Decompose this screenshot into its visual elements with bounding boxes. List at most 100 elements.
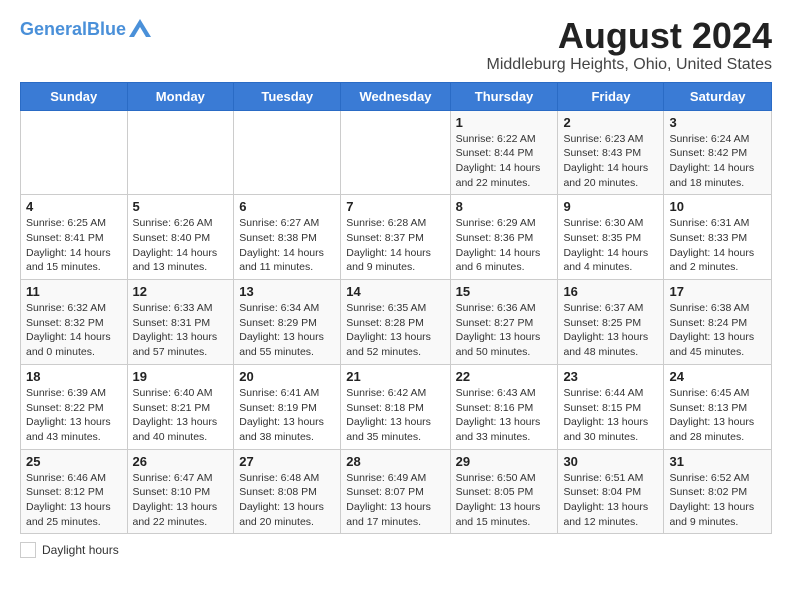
cell-date-number: 20	[239, 369, 335, 384]
cell-date-number: 23	[563, 369, 658, 384]
cell-info-text: Sunrise: 6:41 AMSunset: 8:19 PMDaylight:…	[239, 386, 335, 445]
calendar-week-1: 1 Sunrise: 6:22 AMSunset: 8:44 PMDaylight…	[21, 110, 772, 195]
cell-date-number: 11	[26, 284, 122, 299]
cell-date-number: 28	[346, 454, 444, 469]
cell-date-number: 6	[239, 199, 335, 214]
cell-info-text: Sunrise: 6:28 AMSunset: 8:37 PMDaylight:…	[346, 216, 444, 275]
logo-general: General	[20, 19, 87, 39]
cell-info-text: Sunrise: 6:35 AMSunset: 8:28 PMDaylight:…	[346, 301, 444, 360]
cell-date-number: 13	[239, 284, 335, 299]
cell-date-number: 19	[133, 369, 229, 384]
calendar-week-3: 11 Sunrise: 6:32 AMSunset: 8:32 PMDayligh…	[21, 280, 772, 365]
calendar-cell: 29Sunrise: 6:50 AMSunset: 8:05 PMDayligh…	[450, 449, 558, 534]
cell-date-number: 16	[563, 284, 658, 299]
cell-info-text: Sunrise: 6:29 AMSunset: 8:36 PMDaylight:…	[456, 216, 553, 275]
calendar-week-2: 4Sunrise: 6:25 AMSunset: 8:41 PMDaylight…	[21, 195, 772, 280]
calendar-week-5: 25 Sunrise: 6:46 AMSunset: 8:12 PMDayligh…	[21, 449, 772, 534]
calendar-cell	[341, 110, 450, 195]
cell-info-text: Sunrise: 6:37 AMSunset: 8:25 PMDaylight:…	[563, 301, 658, 360]
cell-date-number: 26	[133, 454, 229, 469]
cell-date-number: 9	[563, 199, 658, 214]
cell-date-number: 1	[456, 115, 553, 130]
calendar-title: August 2024	[487, 16, 772, 56]
cell-date-number: 3	[669, 115, 766, 130]
calendar-cell: 13 Sunrise: 6:34 AMSunset: 8:29 PMDayligh…	[234, 280, 341, 365]
cell-info-text: Sunrise: 6:23 AMSunset: 8:43 PMDaylight:…	[563, 132, 658, 191]
calendar-cell: 18 Sunrise: 6:39 AMSunset: 8:22 PMDayligh…	[21, 364, 128, 449]
cell-info-text: Sunrise: 6:27 AMSunset: 8:38 PMDaylight:…	[239, 216, 335, 275]
cell-info-text: Sunrise: 6:45 AMSunset: 8:13 PMDaylight:…	[669, 386, 766, 445]
daylight-legend-box	[20, 542, 36, 558]
header-monday: Monday	[127, 82, 234, 110]
calendar-cell: 1 Sunrise: 6:22 AMSunset: 8:44 PMDaylight…	[450, 110, 558, 195]
cell-info-text: Sunrise: 6:40 AMSunset: 8:21 PMDaylight:…	[133, 386, 229, 445]
calendar-subtitle: Middleburg Heights, Ohio, United States	[487, 56, 772, 74]
cell-date-number: 2	[563, 115, 658, 130]
calendar-cell: 9Sunrise: 6:30 AMSunset: 8:35 PMDaylight…	[558, 195, 664, 280]
header-friday: Friday	[558, 82, 664, 110]
cell-info-text: Sunrise: 6:44 AMSunset: 8:15 PMDaylight:…	[563, 386, 658, 445]
cell-info-text: Sunrise: 6:31 AMSunset: 8:33 PMDaylight:…	[669, 216, 766, 275]
calendar-cell: 6 Sunrise: 6:27 AMSunset: 8:38 PMDaylight…	[234, 195, 341, 280]
calendar-cell: 24 Sunrise: 6:45 AMSunset: 8:13 PMDayligh…	[664, 364, 772, 449]
cell-date-number: 31	[669, 454, 766, 469]
calendar-cell: 3Sunrise: 6:24 AMSunset: 8:42 PMDaylight…	[664, 110, 772, 195]
cell-date-number: 22	[456, 369, 553, 384]
cell-date-number: 5	[133, 199, 229, 214]
header: GeneralBlue August 2024 Middleburg Heigh…	[20, 16, 772, 74]
cell-info-text: Sunrise: 6:34 AMSunset: 8:29 PMDaylight:…	[239, 301, 335, 360]
calendar-cell: 2 Sunrise: 6:23 AMSunset: 8:43 PMDaylight…	[558, 110, 664, 195]
cell-date-number: 29	[456, 454, 553, 469]
calendar-cell: 26 Sunrise: 6:47 AMSunset: 8:10 PMDayligh…	[127, 449, 234, 534]
cell-date-number: 30	[563, 454, 658, 469]
calendar-cell: 21Sunrise: 6:42 AMSunset: 8:18 PMDayligh…	[341, 364, 450, 449]
header-saturday: Saturday	[664, 82, 772, 110]
cell-info-text: Sunrise: 6:38 AMSunset: 8:24 PMDaylight:…	[669, 301, 766, 360]
calendar-cell: 11 Sunrise: 6:32 AMSunset: 8:32 PMDayligh…	[21, 280, 128, 365]
cell-info-text: Sunrise: 6:51 AMSunset: 8:04 PMDaylight:…	[563, 471, 658, 530]
calendar-cell: 25 Sunrise: 6:46 AMSunset: 8:12 PMDayligh…	[21, 449, 128, 534]
cell-info-text: Sunrise: 6:25 AMSunset: 8:41 PMDaylight:…	[26, 216, 122, 275]
cell-info-text: Sunrise: 6:39 AMSunset: 8:22 PMDaylight:…	[26, 386, 122, 445]
cell-date-number: 25	[26, 454, 122, 469]
cell-info-text: Sunrise: 6:22 AMSunset: 8:44 PMDaylight:…	[456, 132, 553, 191]
calendar-cell: 23 Sunrise: 6:44 AMSunset: 8:15 PMDayligh…	[558, 364, 664, 449]
header-sunday: Sunday	[21, 82, 128, 110]
cell-info-text: Sunrise: 6:26 AMSunset: 8:40 PMDaylight:…	[133, 216, 229, 275]
cell-date-number: 8	[456, 199, 553, 214]
calendar-table: Sunday Monday Tuesday Wednesday Thursday…	[20, 82, 772, 535]
calendar-cell: 14 Sunrise: 6:35 AMSunset: 8:28 PMDayligh…	[341, 280, 450, 365]
cell-info-text: Sunrise: 6:46 AMSunset: 8:12 PMDaylight:…	[26, 471, 122, 530]
cell-info-text: Sunrise: 6:42 AMSunset: 8:18 PMDaylight:…	[346, 386, 444, 445]
calendar-cell	[127, 110, 234, 195]
calendar-cell: 12Sunrise: 6:33 AMSunset: 8:31 PMDayligh…	[127, 280, 234, 365]
cell-date-number: 10	[669, 199, 766, 214]
calendar-cell: 16 Sunrise: 6:37 AMSunset: 8:25 PMDayligh…	[558, 280, 664, 365]
calendar-cell: 31 Sunrise: 6:52 AMSunset: 8:02 PMDayligh…	[664, 449, 772, 534]
calendar-cell: 22Sunrise: 6:43 AMSunset: 8:16 PMDayligh…	[450, 364, 558, 449]
cell-date-number: 24	[669, 369, 766, 384]
cell-info-text: Sunrise: 6:33 AMSunset: 8:31 PMDaylight:…	[133, 301, 229, 360]
cell-date-number: 17	[669, 284, 766, 299]
calendar-cell: 5 Sunrise: 6:26 AMSunset: 8:40 PMDaylight…	[127, 195, 234, 280]
cell-date-number: 18	[26, 369, 122, 384]
calendar-week-4: 18 Sunrise: 6:39 AMSunset: 8:22 PMDayligh…	[21, 364, 772, 449]
daylight-label: Daylight hours	[42, 543, 119, 557]
calendar-cell: 20 Sunrise: 6:41 AMSunset: 8:19 PMDayligh…	[234, 364, 341, 449]
header-tuesday: Tuesday	[234, 82, 341, 110]
calendar-cell	[234, 110, 341, 195]
header-wednesday: Wednesday	[341, 82, 450, 110]
cell-info-text: Sunrise: 6:36 AMSunset: 8:27 PMDaylight:…	[456, 301, 553, 360]
cell-info-text: Sunrise: 6:47 AMSunset: 8:10 PMDaylight:…	[133, 471, 229, 530]
logo: GeneralBlue	[20, 20, 151, 38]
cell-date-number: 14	[346, 284, 444, 299]
calendar-cell: 7 Sunrise: 6:28 AMSunset: 8:37 PMDaylight…	[341, 195, 450, 280]
calendar-cell: 28Sunrise: 6:49 AMSunset: 8:07 PMDayligh…	[341, 449, 450, 534]
cell-info-text: Sunrise: 6:52 AMSunset: 8:02 PMDaylight:…	[669, 471, 766, 530]
title-area: August 2024 Middleburg Heights, Ohio, Un…	[487, 16, 772, 74]
cell-info-text: Sunrise: 6:32 AMSunset: 8:32 PMDaylight:…	[26, 301, 122, 360]
header-thursday: Thursday	[450, 82, 558, 110]
calendar-cell: 19 Sunrise: 6:40 AMSunset: 8:21 PMDayligh…	[127, 364, 234, 449]
cell-date-number: 7	[346, 199, 444, 214]
cell-date-number: 15	[456, 284, 553, 299]
